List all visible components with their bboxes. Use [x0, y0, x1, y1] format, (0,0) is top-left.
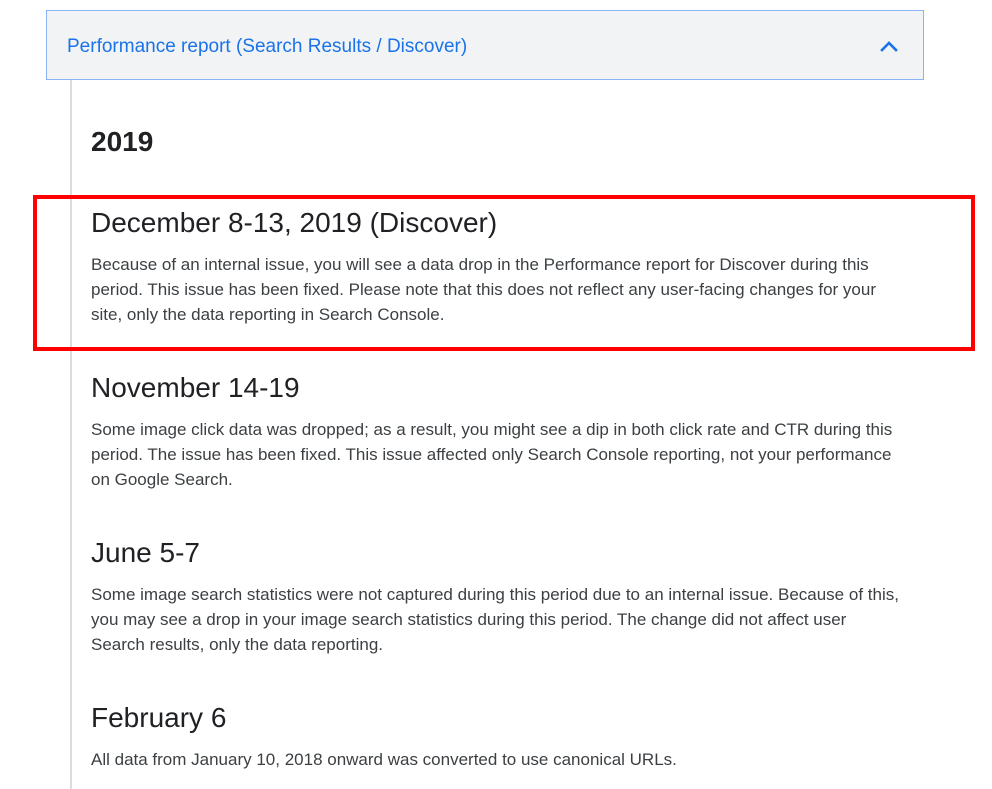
accordion-title[interactable]: Performance report (Search Results / Dis…	[67, 35, 467, 59]
entry-body: Because of an internal issue, you will s…	[91, 255, 876, 324]
chevron-up-icon[interactable]	[878, 37, 900, 55]
page: Performance report (Search Results / Dis…	[0, 0, 992, 789]
entry-title: February 6	[91, 702, 227, 733]
year-heading: 2019	[91, 126, 154, 157]
entry-december: December 8-13, 2019 (Discover) Because o…	[91, 205, 901, 327]
entry-title: November 14-19	[91, 372, 300, 403]
entry-title: December 8-13, 2019 (Discover)	[91, 207, 498, 238]
entry-body: Some image click data was dropped; as a …	[91, 420, 893, 489]
accordion-header[interactable]: Performance report (Search Results / Dis…	[46, 10, 924, 80]
content-rail	[70, 80, 72, 789]
entry-june: June 5-7 Some image search statistics we…	[91, 535, 901, 657]
entry-body: All data from January 10, 2018 onward wa…	[91, 750, 677, 769]
entry-body: Some image search statistics were not ca…	[91, 585, 899, 654]
entry-february: February 6 All data from January 10, 201…	[91, 700, 901, 772]
entry-november: November 14-19 Some image click data was…	[91, 370, 901, 492]
entry-title: June 5-7	[91, 537, 200, 568]
